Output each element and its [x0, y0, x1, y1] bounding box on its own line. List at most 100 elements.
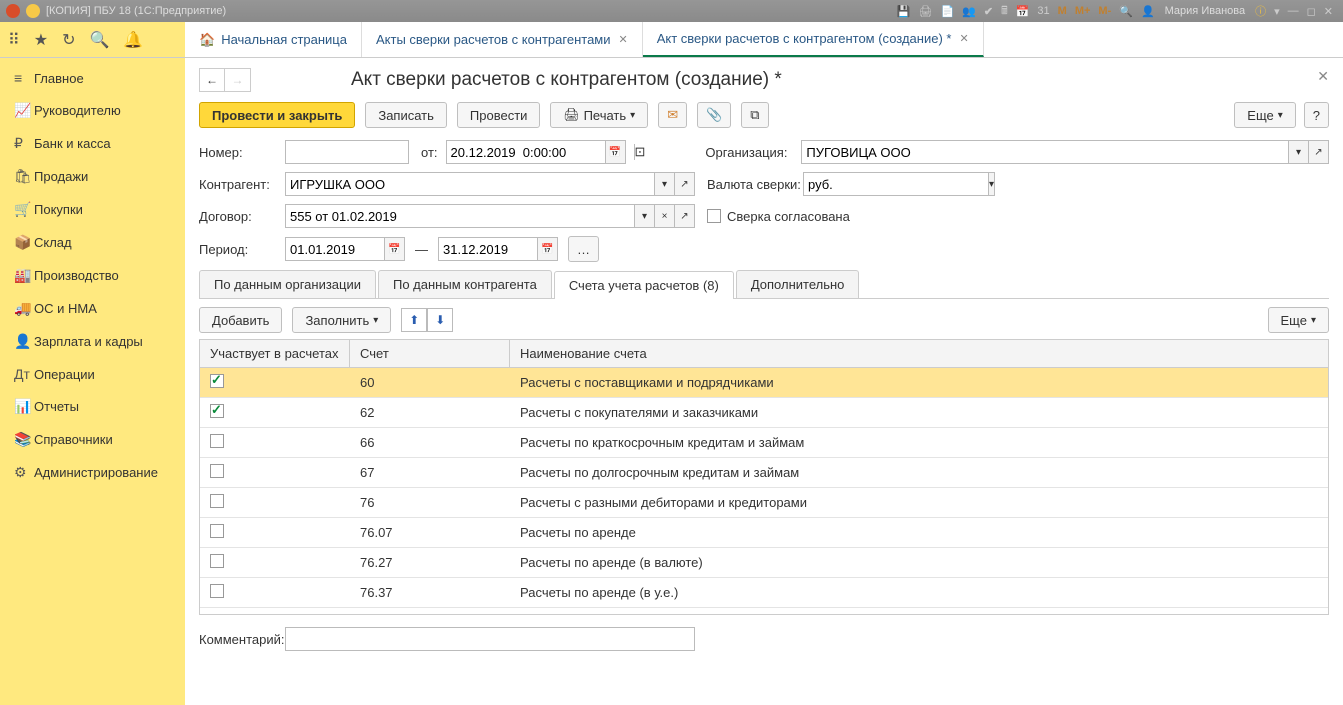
sidebar-item-10[interactable]: 📊Отчеты	[0, 390, 185, 423]
calendar-icon[interactable]: 📅	[385, 237, 405, 261]
agreed-checkbox-label[interactable]: Сверка согласована	[707, 209, 850, 224]
sidebar-item-9[interactable]: ДтОперации	[0, 358, 185, 390]
comment-input[interactable]	[285, 627, 695, 651]
date-input[interactable]	[446, 140, 606, 164]
expand-icon[interactable]: ⊡	[634, 144, 646, 160]
table-row[interactable]: 76Расчеты с разными дебиторами и кредито…	[200, 488, 1328, 518]
agreed-checkbox[interactable]	[707, 209, 721, 223]
maximize-icon[interactable]: ◻	[1307, 5, 1316, 18]
close-icon[interactable]: ✕	[619, 33, 628, 46]
subtab-2[interactable]: Счета учета расчетов (8)	[554, 271, 734, 299]
close-page-icon[interactable]: ✕	[1317, 68, 1329, 85]
table-row[interactable]: 76.27Расчеты по аренде (в валюте)	[200, 548, 1328, 578]
calendar-icon[interactable]: 📅	[606, 140, 626, 164]
m-label[interactable]: M	[1058, 5, 1067, 17]
tab-home[interactable]: 🏠 Начальная страница	[185, 22, 362, 57]
close-window-icon[interactable]: ✕	[1324, 5, 1333, 18]
th-check[interactable]: Участвует в расчетах	[200, 340, 350, 367]
contract-input[interactable]	[285, 204, 635, 228]
subtab-0[interactable]: По данным организации	[199, 270, 376, 298]
star-icon[interactable]: ★	[34, 30, 48, 50]
calendar-icon[interactable]: 📅	[538, 237, 558, 261]
open-icon[interactable]: ↗	[675, 204, 695, 228]
minimize-icon[interactable]: —	[1288, 5, 1299, 17]
number-input[interactable]	[285, 140, 409, 164]
date-icon[interactable]: 31	[1037, 5, 1049, 17]
print-button[interactable]: 🖨 Печать ▾	[550, 102, 648, 128]
row-checkbox[interactable]	[210, 524, 224, 538]
bell-icon[interactable]: 🔔	[123, 30, 143, 50]
open-icon[interactable]: ↗	[1309, 140, 1329, 164]
search-icon[interactable]: 🔍	[89, 30, 109, 50]
write-button[interactable]: Записать	[365, 102, 447, 128]
calc-icon[interactable]: 🖩	[1001, 2, 1008, 21]
nav-forward-button[interactable]: →	[225, 68, 251, 92]
sidebar-item-1[interactable]: 📈Руководителю	[0, 94, 185, 127]
move-up-button[interactable]: ⬆	[401, 308, 427, 332]
zoom-icon[interactable]: 🔍	[1119, 5, 1133, 18]
dropdown-icon[interactable]: ▾	[1289, 140, 1309, 164]
period-select-button[interactable]: …	[568, 236, 599, 262]
table-row[interactable]: 60Расчеты с поставщиками и подрядчиками	[200, 368, 1328, 398]
table-row[interactable]: 76.37Расчеты по аренде (в у.е.)	[200, 578, 1328, 608]
dropdown-icon[interactable]: ▾	[1274, 5, 1280, 18]
row-checkbox[interactable]	[210, 434, 224, 448]
table-row[interactable]: 76.07Расчеты по аренде	[200, 518, 1328, 548]
print-icon[interactable]: 🖨	[918, 5, 932, 18]
sidebar-item-12[interactable]: ⚙Администрирование	[0, 456, 185, 489]
sidebar-item-8[interactable]: 👤Зарплата и кадры	[0, 325, 185, 358]
m-plus-label[interactable]: M+	[1075, 5, 1091, 17]
currency-input[interactable]	[803, 172, 989, 196]
sidebar-item-11[interactable]: 📚Справочники	[0, 423, 185, 456]
help-button[interactable]: ?	[1304, 102, 1329, 128]
sidebar-item-5[interactable]: 📦Склад	[0, 226, 185, 259]
nav-back-button[interactable]: ←	[199, 68, 225, 92]
sidebar-item-0[interactable]: ≡Главное	[0, 62, 185, 94]
org-input[interactable]	[801, 140, 1289, 164]
th-name[interactable]: Наименование счета	[510, 340, 1328, 367]
close-icon[interactable]: ✕	[959, 32, 968, 45]
add-button[interactable]: Добавить	[199, 307, 282, 333]
fill-button[interactable]: Заполнить ▾	[292, 307, 391, 333]
subtab-3[interactable]: Дополнительно	[736, 270, 860, 298]
save-icon[interactable]: 💾	[897, 5, 911, 18]
doc-icon[interactable]: 📄	[940, 5, 954, 18]
row-checkbox[interactable]	[210, 404, 224, 418]
save-close-button[interactable]: Провести и закрыть	[199, 102, 355, 128]
table-more-button[interactable]: Еще ▾	[1268, 307, 1329, 333]
user-name[interactable]: Мария Иванова	[1165, 5, 1245, 17]
history-icon[interactable]: ↻	[62, 30, 75, 50]
row-checkbox[interactable]	[210, 554, 224, 568]
dropdown-icon[interactable]: ▾	[655, 172, 675, 196]
row-checkbox[interactable]	[210, 584, 224, 598]
table-row[interactable]: 66Расчеты по краткосрочным кредитам и за…	[200, 428, 1328, 458]
row-checkbox[interactable]	[210, 494, 224, 508]
tab-acts-list[interactable]: Акты сверки расчетов с контрагентами ✕	[362, 22, 643, 57]
info-icon[interactable]: ⓘ	[1255, 3, 1266, 19]
attach-button[interactable]: 📎	[697, 102, 731, 128]
check-icon[interactable]: ✔	[984, 5, 993, 18]
compare-icon[interactable]: 👥	[962, 5, 976, 18]
period-from-input[interactable]	[285, 237, 385, 261]
email-button[interactable]: ✉	[658, 102, 687, 128]
clear-icon[interactable]: ×	[655, 204, 675, 228]
table-row[interactable]: 67Расчеты по долгосрочным кредитам и зай…	[200, 458, 1328, 488]
more-button[interactable]: Еще ▾	[1234, 102, 1295, 128]
structure-button[interactable]: ⧉	[741, 102, 768, 128]
table-row[interactable]: 62Расчеты с покупателями и заказчиками	[200, 398, 1328, 428]
sidebar-item-4[interactable]: 🛒Покупки	[0, 193, 185, 226]
subtab-1[interactable]: По данным контрагента	[378, 270, 552, 298]
row-checkbox[interactable]	[210, 374, 224, 388]
apps-icon[interactable]: ⠿	[8, 30, 20, 50]
move-down-button[interactable]: ⬇	[427, 308, 453, 332]
open-icon[interactable]: ↗	[675, 172, 695, 196]
tab-act-create[interactable]: Акт сверки расчетов с контрагентом (созд…	[643, 22, 984, 57]
row-checkbox[interactable]	[210, 464, 224, 478]
dropdown-icon[interactable]: ▾	[635, 204, 655, 228]
m-minus-label[interactable]: M-	[1098, 5, 1111, 17]
th-account[interactable]: Счет	[350, 340, 510, 367]
contragent-input[interactable]	[285, 172, 655, 196]
calendar-icon[interactable]: 📅	[1016, 5, 1030, 18]
sidebar-item-2[interactable]: ₽Банк и касса	[0, 127, 185, 160]
period-to-input[interactable]	[438, 237, 538, 261]
